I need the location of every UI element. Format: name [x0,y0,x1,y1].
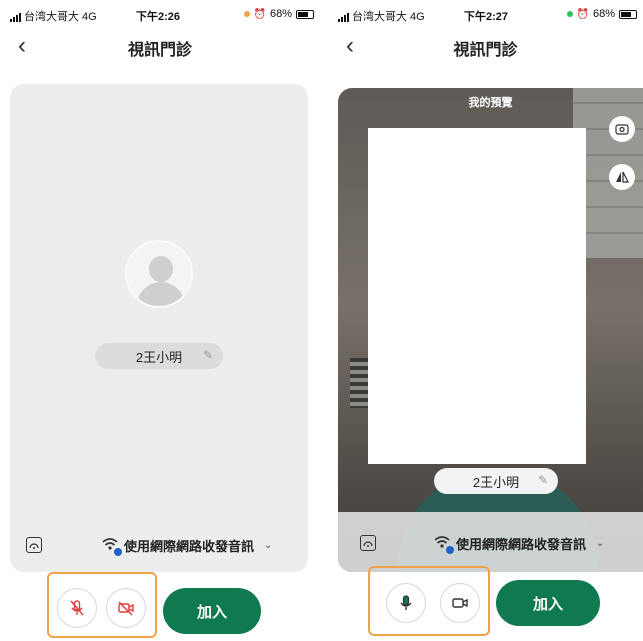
network-audio-option[interactable]: 使用網際網路收發音訊 ⌄ [434,534,605,554]
signal-icon [10,12,22,22]
mic-off-icon [70,600,84,616]
active-dot-icon [566,11,573,17]
switch-camera-icon [615,124,629,135]
audio-options-row: 使用網際網路收發音訊 ⌄ [360,528,630,558]
mic-on-icon [400,595,412,610]
screen-after: 台湾大哥大 4G 下午2:27 ⏰ 68% ‹ 視訊門診 我的預覽 2王小明 ✎ [328,0,643,641]
cast-screen-icon[interactable] [360,535,376,551]
alarm-icon: ⏰ [576,8,589,20]
switch-camera-button[interactable] [609,116,635,142]
mirror-icon [616,171,629,183]
avatar-head [149,256,173,282]
mic-toggle-button[interactable] [386,583,426,623]
page-title: 視訊門診 [453,42,518,59]
display-name-pill[interactable]: 2王小明 ✎ [434,468,558,494]
battery-percent: 68% [592,8,615,20]
display-name: 2王小明 [472,474,520,490]
battery-indicator: ⏰ 68% [243,8,314,20]
carrier-label: 台湾大哥大 4G [338,8,425,24]
video-preview-card: 2王小明 ✎ 使用網際網路收發音訊 ⌄ [10,84,308,572]
check-badge-icon [114,547,122,556]
carrier-label: 台湾大哥大 4G [10,8,97,24]
network-audio-label: 使用網際網路收發音訊 [456,536,587,552]
chevron-down-icon: ⌄ [264,539,273,551]
page-title: 視訊門診 [127,42,192,59]
network-audio-label: 使用網際網路收發音訊 [124,538,255,554]
nav-bar: ‹ 視訊門診 [0,32,320,62]
wifi-icon [434,535,454,554]
camera-on-icon [452,598,468,608]
battery-indicator: ⏰ 68% [566,8,637,20]
alarm-icon: ⏰ [253,8,266,20]
display-name-pill[interactable]: 2王小明 ✎ [95,343,223,369]
preview-label: 我的預覽 [468,97,513,109]
chevron-down-icon: ⌄ [596,537,605,549]
status-bar: 台湾大哥大 4G 下午2:27 ⏰ 68% [328,8,643,26]
privacy-mask [368,128,586,464]
edit-pencil-icon[interactable]: ✎ [203,348,213,362]
network-audio-option[interactable]: 使用網際網路收發音訊 ⌄ [102,536,273,556]
status-time: 下午2:26 [136,11,181,23]
status-time: 下午2:27 [464,11,509,23]
battery-icon [619,9,637,19]
join-button[interactable]: 加入 [496,580,600,626]
battery-icon [296,9,314,19]
camera-toggle-button[interactable] [106,588,146,628]
camera-off-icon [118,601,134,616]
audio-options-row: 使用網際網路收發音訊 ⌄ [26,530,292,560]
avatar [125,240,193,308]
signal-icon [338,12,350,22]
check-badge-icon [446,545,454,554]
status-bar: 台湾大哥大 4G 下午2:26 ⏰ 68% [0,8,320,26]
join-button[interactable]: 加入 [163,588,261,634]
wifi-icon [102,537,122,556]
mic-toggle-button[interactable] [57,588,97,628]
edit-pencil-icon[interactable]: ✎ [538,473,548,487]
avatar-body [137,282,185,306]
battery-percent: 68% [269,8,292,20]
recording-dot-icon [243,11,250,17]
nav-bar: ‹ 視訊門診 [328,32,643,62]
mirror-button[interactable] [609,164,635,190]
cast-screen-icon[interactable] [26,537,42,553]
camera-preview-card: 我的預覽 2王小明 ✎ 使用網際網路收發音訊 ⌄ [338,88,643,572]
display-name: 2王小明 [135,349,183,365]
camera-toggle-button[interactable] [440,583,480,623]
screen-before: 台湾大哥大 4G 下午2:26 ⏰ 68% ‹ 視訊門診 2王小明 ✎ 使用網際… [0,0,320,641]
